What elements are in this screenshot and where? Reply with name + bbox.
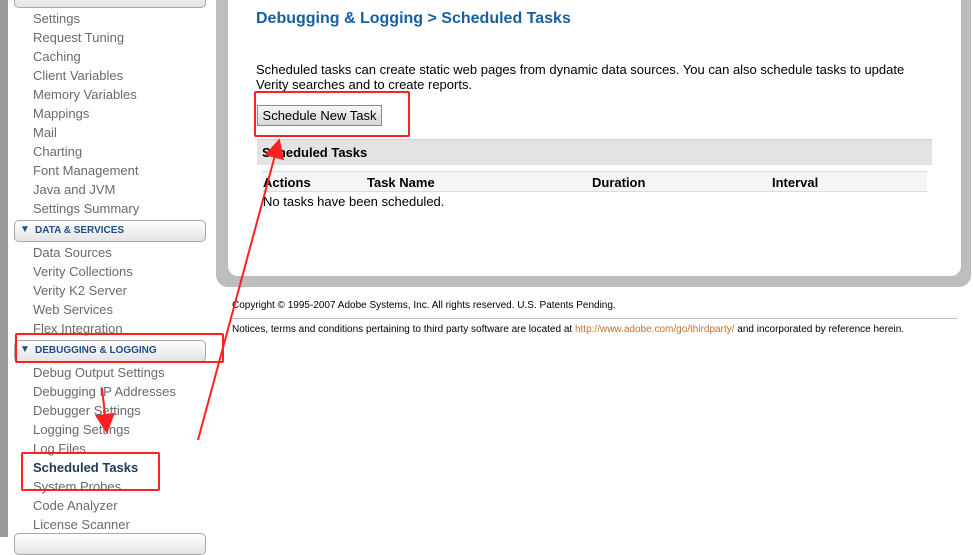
nav-item-logging-settings[interactable]: Logging Settings — [33, 422, 130, 437]
annotation-box-debugging — [15, 333, 224, 363]
page-title: Debugging & Logging > Scheduled Tasks — [256, 10, 571, 27]
nav-item-data-sources[interactable]: Data Sources — [33, 245, 112, 260]
nav-item-request-tuning[interactable]: Request Tuning — [33, 30, 124, 45]
nav-item-mail[interactable]: Mail — [33, 125, 57, 140]
nav-item-mappings[interactable]: Mappings — [33, 106, 89, 121]
section-header-data-services[interactable]: ▼ DATA & SERVICES — [14, 220, 206, 242]
nav-item-caching[interactable]: Caching — [33, 49, 81, 64]
notice-text: Notices, terms and conditions pertaining… — [232, 324, 904, 335]
column-interval: Interval — [772, 175, 819, 190]
nav-item-web-services[interactable]: Web Services — [33, 302, 113, 317]
empty-table-message: No tasks have been scheduled. — [263, 194, 445, 209]
nav-item-memory-variables[interactable]: Memory Variables — [33, 87, 137, 102]
scheduled-tasks-table-header: Scheduled Tasks — [257, 139, 932, 165]
notice-prefix: Notices, terms and conditions pertaining… — [232, 324, 573, 335]
nav-item-debug-output-settings[interactable]: Debug Output Settings — [33, 365, 165, 380]
nav-item-debugger-settings[interactable]: Debugger Settings — [33, 403, 141, 418]
table-column-headers: Actions Task Name Duration Interval — [262, 171, 927, 192]
nav-item-code-analyzer[interactable]: Code Analyzer — [33, 498, 118, 513]
column-duration: Duration — [592, 175, 646, 190]
annotation-box-scheduled-tasks — [21, 452, 160, 491]
left-rail — [0, 0, 8, 537]
nav-item-verity-collections[interactable]: Verity Collections — [33, 264, 133, 279]
nav-item-font-management[interactable]: Font Management — [33, 163, 139, 178]
section-label: DATA & SERVICES — [35, 225, 125, 236]
annotation-box-button — [254, 91, 410, 137]
nav-item-license-scanner[interactable]: License Scanner — [33, 517, 130, 532]
intro-text: Scheduled tasks can create static web pa… — [256, 62, 905, 92]
triangle-down-icon: ▼ — [20, 224, 30, 235]
nav-item-charting[interactable]: Charting — [33, 144, 82, 159]
content-panel-inner — [228, 0, 961, 276]
nav-item-verity-k2-server[interactable]: Verity K2 Server — [33, 283, 127, 298]
nav-item-settings[interactable]: Settings — [33, 11, 80, 26]
third-party-link[interactable]: http://www.adobe.com/go/thirdparty/ — [575, 324, 735, 335]
table-title: Scheduled Tasks — [262, 145, 368, 160]
section-header-server-settings[interactable] — [14, 0, 206, 8]
nav-item-client-variables[interactable]: Client Variables — [33, 68, 123, 83]
column-task-name: Task Name — [367, 175, 435, 190]
section-header-next[interactable] — [14, 533, 206, 555]
column-actions: Actions — [263, 175, 311, 190]
nav-item-settings-summary[interactable]: Settings Summary — [33, 201, 139, 216]
footer-divider — [232, 318, 957, 319]
nav-item-debugging-ip-addresses[interactable]: Debugging IP Addresses — [33, 384, 176, 399]
copyright-text: Copyright © 1995-2007 Adobe Systems, Inc… — [232, 300, 616, 311]
nav-item-java-and-jvm[interactable]: Java and JVM — [33, 182, 115, 197]
notice-suffix: and incorporated by reference herein. — [737, 324, 905, 335]
